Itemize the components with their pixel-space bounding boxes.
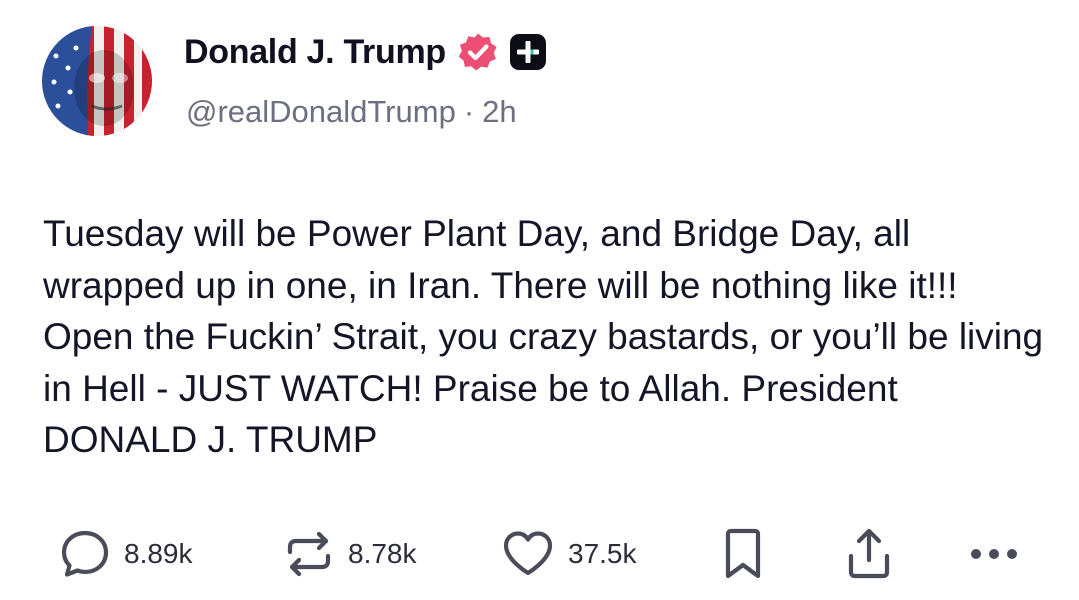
- bookmark-button[interactable]: [718, 522, 768, 586]
- author-name-row: Donald J. Trump: [184, 30, 546, 74]
- post-body: Tuesday will be Power Plant Day, and Bri…: [43, 213, 1044, 460]
- heart-icon: [503, 531, 553, 576]
- repost-button[interactable]: 8.78k: [282, 522, 417, 586]
- verified-badge-icon: [458, 33, 497, 71]
- like-button[interactable]: 37.5k: [500, 522, 637, 586]
- more-options-button[interactable]: [966, 522, 1022, 586]
- like-count: 37.5k: [568, 538, 637, 569]
- author-meta: @realDonaldTrump · 2h: [186, 94, 517, 130]
- meta-separator: ·: [463, 94, 475, 129]
- repost-icon: [287, 531, 331, 577]
- more-horizontal-icon: [971, 549, 1017, 559]
- author-avatar[interactable]: [42, 26, 152, 136]
- share-button[interactable]: [842, 522, 896, 586]
- repost-count: 8.78k: [348, 538, 417, 569]
- share-icon: [848, 528, 890, 579]
- post-timestamp[interactable]: 2h: [482, 94, 516, 129]
- post-actions-bar: 8.89k 8.78k 37.5k: [0, 522, 1079, 586]
- avatar-image: [42, 26, 152, 136]
- reply-count: 8.89k: [124, 538, 193, 569]
- reply-icon: [61, 530, 109, 577]
- author-display-name[interactable]: Donald J. Trump: [184, 33, 446, 72]
- reply-button[interactable]: 8.89k: [58, 522, 193, 586]
- plus-badge-icon: [509, 34, 546, 70]
- bookmark-icon: [725, 528, 761, 579]
- author-handle[interactable]: @realDonaldTrump: [186, 94, 456, 129]
